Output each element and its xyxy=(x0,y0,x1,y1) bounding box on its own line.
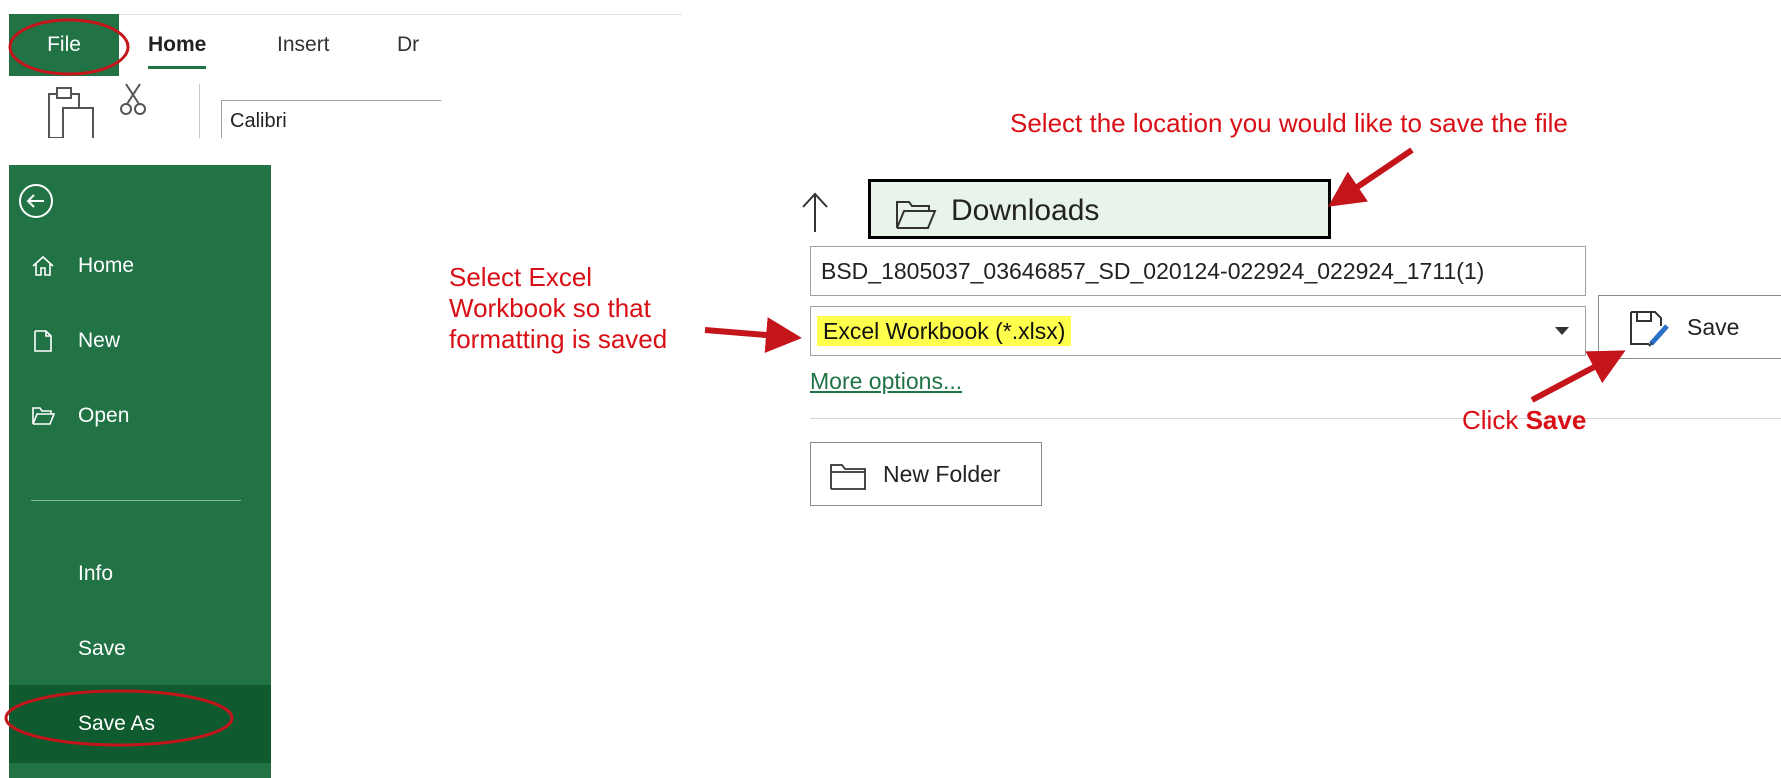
file-tab-label: File xyxy=(47,33,81,56)
ribbon-crop-edge xyxy=(0,138,690,148)
sidebar-item-label: New xyxy=(78,329,121,352)
sidebar-item-label: Save As xyxy=(78,712,156,735)
paste-icon[interactable] xyxy=(47,84,97,144)
tab-insert-label: Insert xyxy=(277,33,330,56)
chevron-down-icon[interactable] xyxy=(1555,327,1569,335)
sidebar-divider xyxy=(31,500,241,501)
sidebar-item-label: Info xyxy=(78,562,114,585)
folder-icon xyxy=(896,201,937,229)
cut-icon[interactable] xyxy=(120,82,146,116)
save-button[interactable]: Save xyxy=(1598,295,1781,359)
sidebar-item-label: Home xyxy=(78,254,135,277)
tab-home-label: Home xyxy=(148,33,207,56)
filename-value: BSD_1805037_03646857_SD_020124-022924_02… xyxy=(821,258,1485,284)
location-label: Downloads xyxy=(951,194,1100,227)
more-options-link[interactable]: More options... xyxy=(810,368,962,395)
save-button-arrow xyxy=(1530,350,1626,403)
annotation-click-note: Click Save xyxy=(1462,405,1586,436)
sidebar-item-open[interactable]: Open xyxy=(9,377,271,455)
pane-divider xyxy=(810,418,1781,419)
file-tab[interactable]: File xyxy=(9,14,119,76)
ribbon-separator xyxy=(199,84,200,140)
annotation-excel-line: formatting is saved xyxy=(449,324,668,354)
tab-insert[interactable]: Insert xyxy=(277,33,330,57)
back-arrow-icon[interactable] xyxy=(18,183,54,219)
annotation-excel-line: Select Excel xyxy=(449,262,593,292)
save-icon xyxy=(1630,311,1669,347)
ribbon-clipboard-row: Calibri xyxy=(9,76,449,144)
annotation-excel-note: Select Excel Workbook so that formatting… xyxy=(449,262,667,355)
new-folder-icon xyxy=(830,464,866,490)
filename-input[interactable]: BSD_1805037_03646857_SD_020124-022924_02… xyxy=(810,246,1586,296)
sidebar-item-new[interactable]: New xyxy=(9,302,271,380)
location-arrow xyxy=(1328,147,1414,207)
save-button-label: Save xyxy=(1687,314,1740,340)
active-tab-underline xyxy=(148,66,207,69)
ribbon-snippet: File Home Insert Dr Calibri xyxy=(9,0,682,144)
annotation-excel-line: Workbook so that xyxy=(449,293,651,323)
open-folder-icon xyxy=(32,407,55,425)
annotation-click-bold: Save xyxy=(1525,405,1587,435)
tab-draw[interactable]: Dr xyxy=(397,33,429,57)
annotation-location-note: Select the location you would like to sa… xyxy=(1010,108,1568,138)
tab-draw-label: Dr xyxy=(397,33,420,56)
sidebar-item-label: Save xyxy=(78,637,126,660)
font-name-value: Calibri xyxy=(230,110,287,132)
file-type-dropdown[interactable]: Excel Workbook (*.xlsx) xyxy=(810,306,1586,356)
new-folder-button[interactable]: New Folder xyxy=(810,442,1042,506)
sidebar-item-info[interactable]: Info xyxy=(9,535,271,613)
font-name-box[interactable]: Calibri xyxy=(221,100,441,140)
sidebar-item-save[interactable]: Save xyxy=(9,610,271,688)
sidebar-item-home[interactable]: Home xyxy=(9,227,271,305)
backstage-sidebar: Home New Open Info Save Save As xyxy=(9,165,271,778)
new-folder-label: New Folder xyxy=(883,461,1001,487)
sidebar-item-label: Open xyxy=(78,404,130,427)
tab-home[interactable]: Home xyxy=(148,33,207,69)
up-arrow-icon[interactable] xyxy=(800,190,830,234)
home-icon xyxy=(32,255,54,276)
annotation-click-prefix: Click xyxy=(1462,405,1526,435)
new-document-icon xyxy=(34,330,52,352)
sidebar-item-save-as[interactable]: Save As xyxy=(9,685,271,763)
file-type-value: Excel Workbook (*.xlsx) xyxy=(817,316,1072,346)
location-breadcrumb[interactable]: Downloads xyxy=(868,179,1331,239)
excel-workbook-arrow xyxy=(704,317,802,353)
